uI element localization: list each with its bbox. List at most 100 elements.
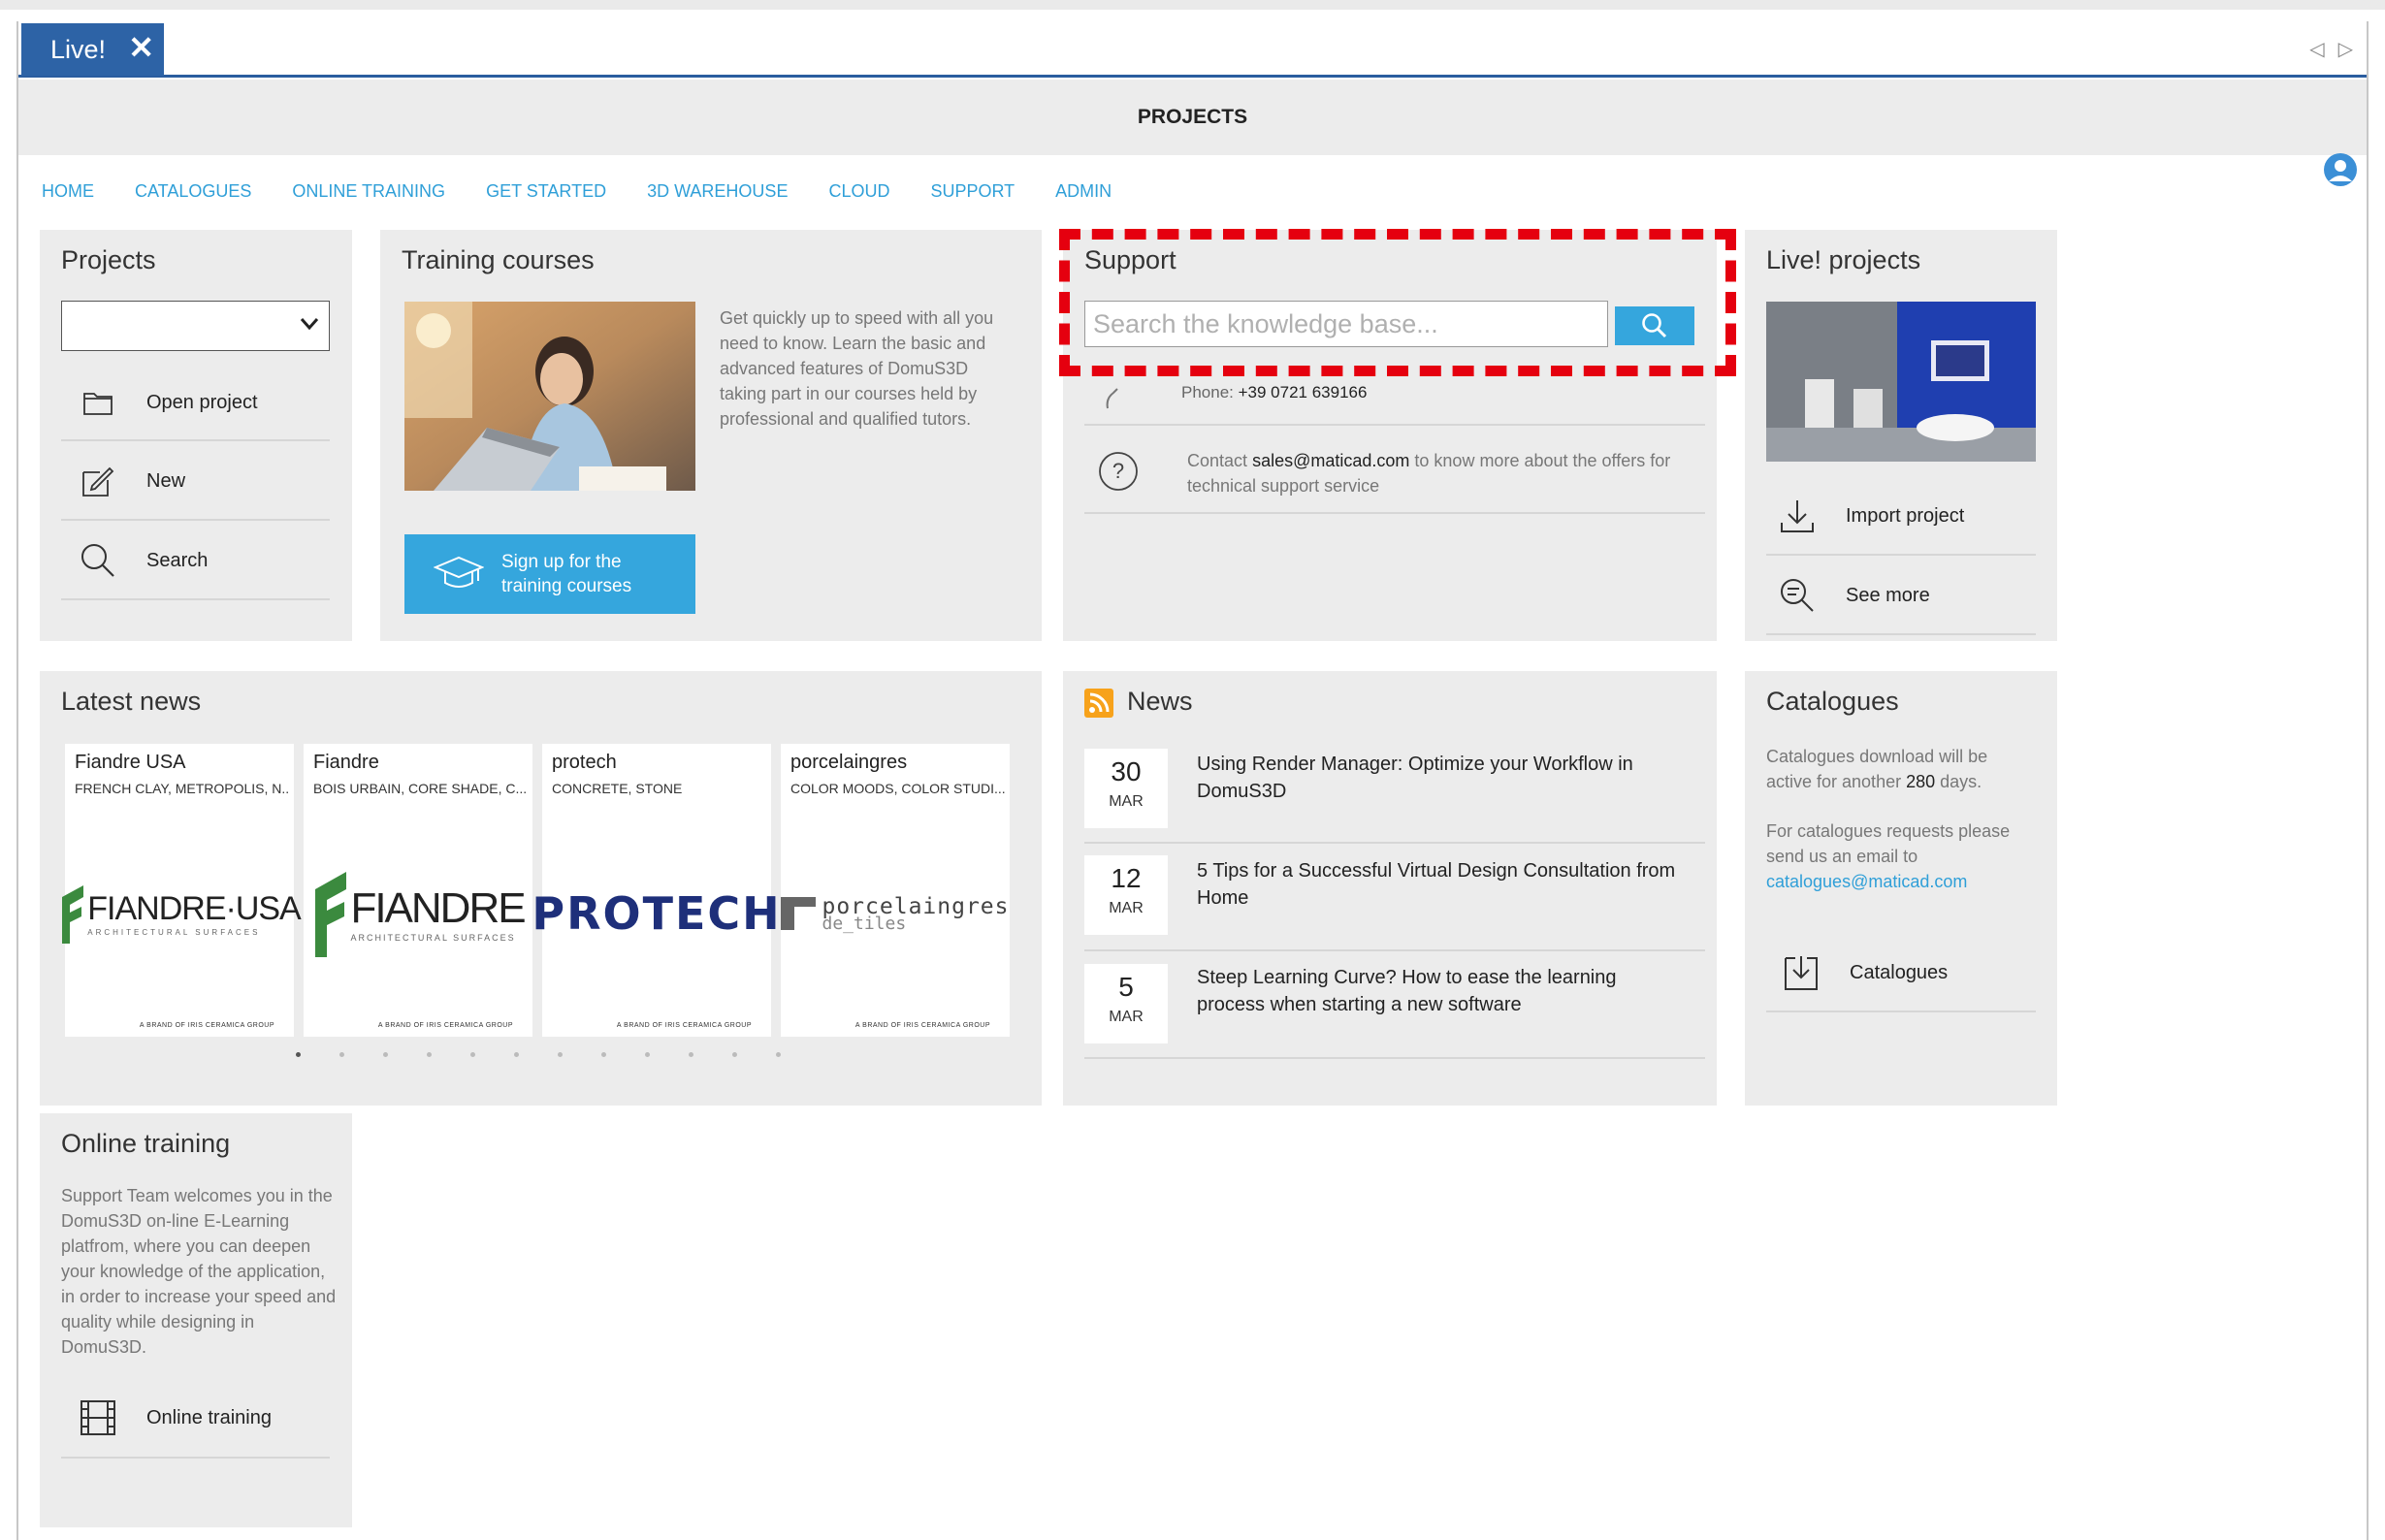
news-month: MAR <box>1109 900 1144 916</box>
tab-bar: Live! ✕ ◁ ▷ <box>18 21 2367 78</box>
tab-scroll-arrows: ◁ ▷ <box>2309 37 2353 61</box>
news-card[interactable]: protech CONCRETE, STONE PROTECH A BRAND … <box>532 744 780 1037</box>
online-training-panel: Online training Support Team welcomes yo… <box>40 1113 352 1527</box>
divider <box>1084 949 1705 951</box>
catalogues-email-link[interactable]: catalogues@maticad.com <box>1766 869 2038 894</box>
carousel-dot[interactable] <box>776 1052 781 1057</box>
edit-icon <box>79 462 117 500</box>
main-nav: HOME CATALOGUES ONLINE TRAINING GET STAR… <box>42 157 1112 225</box>
new-project-button[interactable]: New <box>61 443 330 521</box>
protech-logo: PROTECH <box>532 860 779 967</box>
training-signup-label: Sign up for the training courses <box>501 550 631 598</box>
fiandre-logo-sub: ARCHITECTURAL SURFACES <box>350 933 516 943</box>
nav-admin[interactable]: ADMIN <box>1055 181 1112 202</box>
live-projects-panel: Live! projects Import project See more <box>1745 230 2057 641</box>
fiandre-usa-logo-text: FIANDRE·USA <box>87 890 301 927</box>
carousel-dot[interactable] <box>645 1052 650 1057</box>
news-item-link[interactable]: 5 Tips for a Successful Virtual Design C… <box>1197 857 1682 912</box>
carousel-dot[interactable] <box>732 1052 737 1057</box>
see-more-button[interactable]: See more <box>1766 558 2036 635</box>
chevron-left-icon[interactable]: ◁ <box>2309 37 2324 61</box>
news-card[interactable]: Fiandre BOIS URBAIN, CORE SHADE, C... FI… <box>304 744 532 1037</box>
training-panel: Training courses Get quickly up to speed… <box>380 230 1042 641</box>
avatar-icon[interactable] <box>2323 152 2358 187</box>
nav-get-started[interactable]: GET STARTED <box>486 181 606 202</box>
carousel-dot[interactable] <box>689 1052 693 1057</box>
phone-number: +39 0721 639166 <box>1238 383 1368 401</box>
open-project-button[interactable]: Open project <box>61 366 330 441</box>
top-strip <box>0 0 2385 10</box>
nav-home[interactable]: HOME <box>42 181 94 202</box>
carousel-dot[interactable] <box>558 1052 563 1057</box>
nav-3d-warehouse[interactable]: 3D WAREHOUSE <box>647 181 788 202</box>
training-description: Get quickly up to speed with all you nee… <box>720 308 994 429</box>
training-photo <box>404 302 695 491</box>
graduation-cap-icon <box>434 556 484 588</box>
expiry-days: 280 <box>1906 772 1936 791</box>
nav-catalogues[interactable]: CATALOGUES <box>135 181 251 202</box>
highlight-box <box>1059 229 1736 376</box>
brand-mark: A BRAND OF IRIS CERAMICA GROUP <box>377 1022 513 1029</box>
catalogues-title: Catalogues <box>1766 687 1899 716</box>
nav-support[interactable]: SUPPORT <box>930 181 1015 202</box>
expiry-post: days. <box>1940 772 1982 791</box>
nav-online-training[interactable]: ONLINE TRAINING <box>292 181 445 202</box>
close-icon[interactable]: ✕ <box>128 29 154 66</box>
news-card-tags: FRENCH CLAY, METROPOLIS, N... <box>75 781 290 796</box>
latest-news-title: Latest news <box>61 687 202 716</box>
phone-label: Phone: <box>1181 383 1234 401</box>
news-card[interactable]: porcelaingres COLOR MOODS, COLOR STUDI..… <box>781 744 1010 1037</box>
news-item-link[interactable]: Steep Learning Curve? How to ease the le… <box>1197 964 1682 1018</box>
chevron-right-icon[interactable]: ▷ <box>2338 37 2353 61</box>
carousel-dot[interactable] <box>601 1052 606 1057</box>
online-training-button-label: Online training <box>146 1406 272 1428</box>
online-training-description: Support Team welcomes you in the DomuS3D… <box>61 1186 337 1357</box>
chevron-down-icon <box>300 318 319 331</box>
contact-pre: Contact <box>1187 451 1248 470</box>
news-card-title: porcelaingres <box>790 752 908 773</box>
divider <box>1084 842 1705 844</box>
carousel-dot[interactable] <box>427 1052 432 1057</box>
carousel-dot[interactable] <box>339 1052 344 1057</box>
folder-icon <box>79 383 117 422</box>
online-training-button[interactable]: Online training <box>61 1379 330 1459</box>
brand-mark: A BRAND OF IRIS CERAMICA GROUP <box>616 1022 752 1029</box>
search-icon <box>79 541 117 580</box>
carousel-dot[interactable] <box>296 1052 301 1057</box>
divider <box>1084 1057 1705 1059</box>
carousel-dot[interactable] <box>470 1052 475 1057</box>
tab-live[interactable]: Live! ✕ <box>21 23 164 76</box>
news-card-tags: BOIS URBAIN, CORE SHADE, C... <box>313 781 528 796</box>
live-project-thumbnail[interactable] <box>1766 302 2036 462</box>
training-signup-button[interactable]: Sign up for the training courses <box>404 534 695 614</box>
brand-mark: A BRAND OF IRIS CERAMICA GROUP <box>854 1022 990 1029</box>
contact-email-link[interactable]: sales@maticad.com <box>1252 451 1409 470</box>
see-more-label: See more <box>1846 584 1930 606</box>
carousel-dot[interactable] <box>383 1052 388 1057</box>
zoom-icon <box>1778 576 1817 615</box>
news-card[interactable]: Fiandre USA FRENCH CLAY, METROPOLIS, N..… <box>62 744 302 1037</box>
search-project-button[interactable]: Search <box>61 523 330 600</box>
news-date: 12 MAR <box>1084 855 1168 935</box>
open-project-label: Open project <box>146 391 258 413</box>
news-panel: News 30 MAR Using Render Manager: Optimiz… <box>1063 671 1717 1106</box>
tab-label: Live! <box>50 34 107 64</box>
news-day: 30 <box>1111 756 1142 786</box>
fiandre-logo: FIANDRE ARCHITECTURAL SURFACES <box>304 860 532 967</box>
catalogues-request: For catalogues requests please send us a… <box>1766 818 2038 894</box>
signup-line1: Sign up for the <box>501 552 622 572</box>
news-date: 30 MAR <box>1084 749 1168 828</box>
projects-title: Projects <box>61 245 156 274</box>
carousel-dot[interactable] <box>514 1052 519 1057</box>
news-day: 5 <box>1118 972 1134 1002</box>
import-project-button[interactable]: Import project <box>1766 478 2036 556</box>
news-card-tags: CONCRETE, STONE <box>552 781 683 796</box>
catalogues-panel: Catalogues Catalogues download will be a… <box>1745 671 2057 1106</box>
request-text: For catalogues requests please send us a… <box>1766 821 2011 866</box>
news-item-link[interactable]: Using Render Manager: Optimize your Work… <box>1197 751 1682 805</box>
phone-icon <box>1106 388 1118 409</box>
catalogues-button[interactable]: Catalogues <box>1766 935 2036 1012</box>
nav-cloud[interactable]: CLOUD <box>828 181 889 202</box>
projects-select[interactable] <box>61 301 330 351</box>
support-contact-row: ? Contact sales@maticad.com to know more… <box>1084 427 1705 514</box>
